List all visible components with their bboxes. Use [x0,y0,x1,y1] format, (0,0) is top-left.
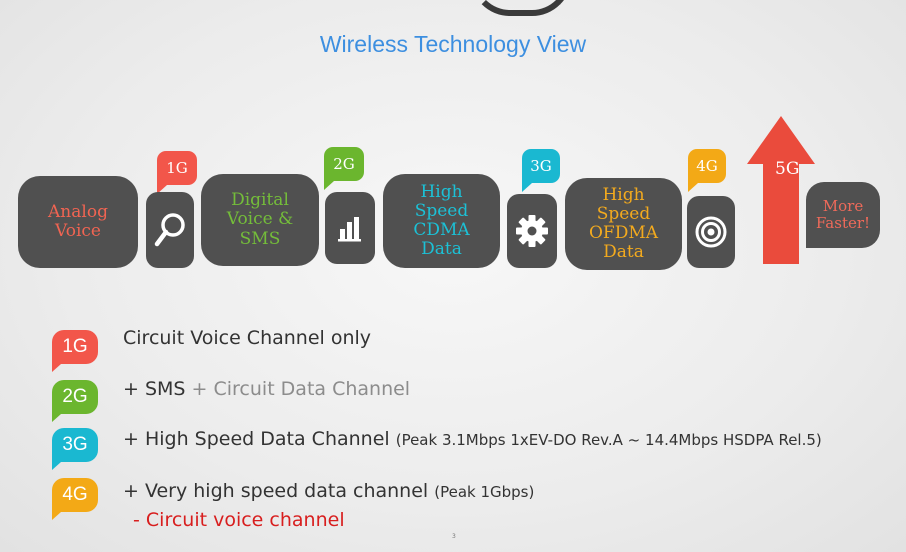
box-more-faster: More Faster! [806,182,880,248]
legend-tag-2g: 2G [52,380,98,422]
icon-box-1g [146,192,194,268]
legend-text-2g: + SMS + Circuit Data Channel [123,378,411,400]
icon-box-3g [507,194,557,268]
legend-tag-4g: 4G [52,478,98,520]
legend-text-4g-minus: - Circuit voice channel [133,509,345,531]
target-icon [695,216,727,248]
tag-3g: 3G [522,149,560,192]
gear-icon [516,215,548,247]
legend-text-4g: + Very high speed data channel (Peak 1Gb… [123,480,535,502]
box-analog-voice: Analog Voice [18,176,138,268]
legend-text-1g: Circuit Voice Channel only [123,327,372,349]
page-number: 3 [452,533,456,540]
box-high-speed-ofdma: High Speed OFDMA Data [565,178,682,270]
tag-5g: 5G [775,159,800,179]
tag-4g: 4G [688,149,726,192]
box-high-speed-cdma: High Speed CDMA Data [383,174,500,268]
icon-box-4g [687,196,735,268]
legend-tag-3g: 3G [52,428,98,470]
legend-text-3g: + High Speed Data Channel (Peak 3.1Mbps … [123,428,822,450]
magnifier-icon [154,213,185,247]
tag-1g: 1G [157,151,197,194]
box-digital-voice-sms: Digital Voice & SMS [201,174,319,266]
title-glyph-fragment [470,0,572,16]
icon-box-2g [325,192,375,264]
up-arrow-5g [747,116,815,264]
bar-chart-icon [338,217,361,242]
legend-tag-1g: 1G [52,330,98,372]
tag-2g: 2G [324,147,364,190]
page-subtitle: Wireless Technology View [319,31,587,57]
